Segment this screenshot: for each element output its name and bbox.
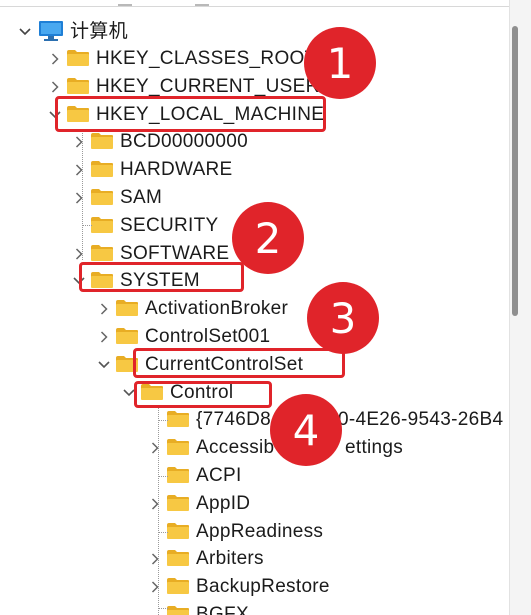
step-badge-1: 1 [304, 27, 376, 99]
highlight-system [79, 262, 244, 292]
tree-item[interactable]: AppReadiness [0, 518, 505, 545]
tree-item[interactable]: Arbiters [0, 545, 505, 572]
tree-item[interactable]: BCD00000000 [0, 128, 505, 155]
highlight-currentcontrolset [133, 348, 345, 378]
tree-item[interactable]: ACPI [0, 462, 505, 489]
tree-item-label: BCD00000000 [120, 131, 248, 152]
tree-item-label: AppID [196, 493, 251, 514]
tree-item[interactable]: BGFX [0, 601, 505, 615]
tree-root-label: 计算机 [70, 21, 128, 42]
step-badge-3: 3 [307, 282, 379, 354]
tree-item[interactable]: BackupRestore [0, 573, 505, 600]
tree-item[interactable]: AppID [0, 490, 505, 517]
chevron-right-icon[interactable] [148, 434, 162, 461]
header-divider [0, 0, 510, 7]
tree-item-label: {7746D8 [196, 409, 272, 430]
chevron-right-icon[interactable] [72, 184, 86, 211]
chevron-right-icon[interactable] [97, 323, 111, 350]
tree-item[interactable]: HARDWARE [0, 156, 505, 183]
highlight-hkey-local-machine [55, 96, 326, 132]
tree-item-label: Accessib [196, 437, 275, 458]
computer-icon [39, 21, 63, 41]
step-badge-4: 4 [270, 394, 342, 466]
tree-item-label: BGFX [196, 604, 249, 615]
tree-item-label: ControlSet001 [145, 326, 271, 347]
tree-item-label: SAM [120, 187, 163, 208]
header-fragment [118, 0, 132, 6]
tree-guide-line [82, 225, 92, 226]
tree-guide-line [82, 130, 83, 260]
tree-item-label: ACPI [196, 465, 242, 486]
tree-guide-line [158, 532, 168, 533]
tree-item-label: Arbiters [196, 548, 264, 569]
highlight-control [134, 381, 272, 408]
tree-item-label-tail: ettings [345, 437, 404, 458]
tree-guide-line [158, 476, 168, 477]
chevron-right-icon[interactable] [72, 156, 86, 183]
tree-item[interactable]: {7746D8 E0-4E26-9543-26B4 [0, 406, 505, 433]
step-badge-2: 2 [232, 202, 304, 274]
chevron-down-icon[interactable] [18, 18, 32, 45]
chevron-right-icon[interactable] [97, 295, 111, 322]
header-fragment [195, 0, 209, 6]
scrollbar-thumb[interactable] [512, 26, 518, 316]
chevron-right-icon[interactable] [148, 573, 162, 600]
tree-guide-line [158, 608, 168, 609]
tree-item-label: AppReadiness [196, 521, 324, 542]
chevron-down-icon[interactable] [97, 351, 111, 378]
chevron-right-icon[interactable] [148, 490, 162, 517]
tree-item-label: SECURITY [120, 215, 219, 236]
tree-item[interactable]: SYSTEM [0, 267, 505, 294]
chevron-right-icon[interactable] [48, 45, 62, 72]
tree-item-label: BackupRestore [196, 576, 330, 597]
tree-item[interactable]: Accessib ettings [0, 434, 505, 461]
tree-guide-line [158, 408, 159, 615]
tree-item[interactable]: ControlSet001 [0, 323, 505, 350]
chevron-right-icon[interactable] [72, 128, 86, 155]
tree-item-label: HARDWARE [120, 159, 233, 180]
tree-item-label: HKEY_CLASSES_ROOT [96, 48, 317, 69]
registry-tree-pane: 计算机 HKEY_CLASSES_ROOT HKEY_CURRENT_USER HK… [0, 0, 531, 615]
tree-item-label-tail: E0-4E26-9543-26B4 [325, 409, 504, 430]
tree-item[interactable]: HKEY_CLASSES_ROOT [0, 45, 505, 72]
tree-root-computer[interactable]: 计算机 [0, 18, 300, 45]
chevron-right-icon[interactable] [148, 545, 162, 572]
tree-item[interactable]: ActivationBroker [0, 295, 505, 322]
tree-item-label: ActivationBroker [145, 298, 289, 319]
tree-guide-line [158, 420, 168, 421]
